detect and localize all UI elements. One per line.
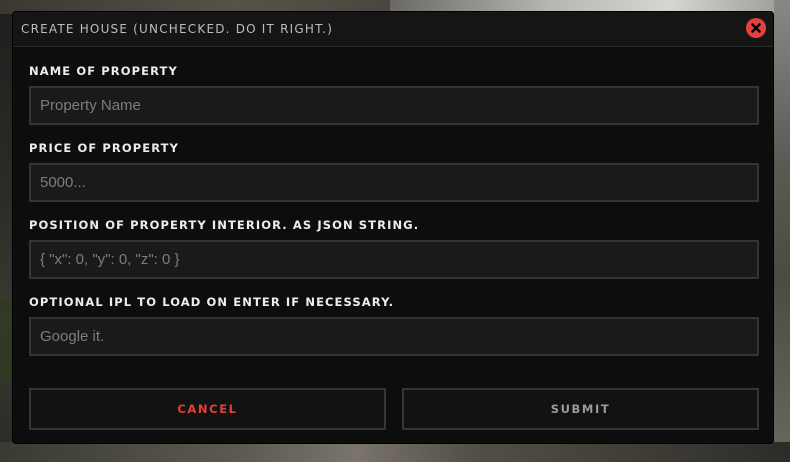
property-price-label: PRICE OF PROPERTY [29,141,180,155]
background-scenery-right [774,0,790,462]
dialog-header: CREATE HOUSE (UNCHECKED. DO IT RIGHT.) [13,12,773,47]
interior-position-input[interactable] [29,240,759,279]
create-house-dialog: CREATE HOUSE (UNCHECKED. DO IT RIGHT.) N… [12,11,774,444]
property-name-input[interactable] [29,86,759,125]
close-button[interactable] [746,18,766,38]
property-name-label: NAME OF PROPERTY [29,64,178,78]
dialog-title: CREATE HOUSE (UNCHECKED. DO IT RIGHT.) [21,22,334,36]
submit-button[interactable]: SUBMIT [402,388,759,430]
close-icon [751,23,761,33]
property-price-input[interactable] [29,163,759,202]
interior-position-label: POSITION OF PROPERTY INTERIOR. AS JSON S… [29,218,420,232]
cancel-button[interactable]: CANCEL [29,388,386,430]
ipl-label: OPTIONAL IPL TO LOAD ON ENTER IF NECESSA… [29,295,395,309]
ipl-input[interactable] [29,317,759,356]
game-scene: CREATE HOUSE (UNCHECKED. DO IT RIGHT.) N… [0,0,790,462]
background-scenery-ground [0,442,790,462]
